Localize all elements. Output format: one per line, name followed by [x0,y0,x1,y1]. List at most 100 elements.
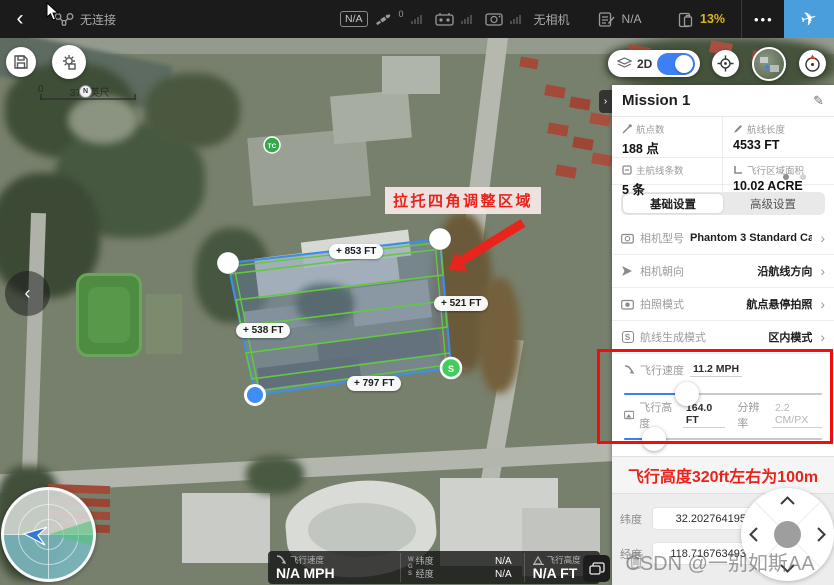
heading-icon [621,265,633,277]
left-panel-collapse-button[interactable]: ‹ [5,271,50,316]
map-scale-tick [134,94,136,100]
map-mode-control[interactable]: 2D [608,50,700,77]
status-bar: ‹ 无连接 N/A 0 无相机 N/A 13% ••• ✈ [0,0,834,38]
camera-fov-wedge [4,490,93,579]
camera-icon [621,233,634,244]
telemetry-lng-value: N/A [495,568,512,581]
photo-mode-icon [621,299,634,310]
north-label: N [83,88,88,95]
back-button[interactable]: ‹ [0,0,40,38]
telemetry-bar: 飞行速度 N/A MPH WGS 纬度N/A 经度N/A 飞行高度 N/A FT [268,551,600,584]
status-cluster: N/A 0 无相机 N/A [340,0,642,38]
ellipsis-icon: ••• [754,12,774,27]
crosshair-icon [717,55,734,72]
row-chevron-icon: › [820,263,825,279]
collapse-chevron-icon: ‹ [25,283,31,304]
gps-signal-bars [411,14,422,24]
takeoff-button[interactable]: ✈ [784,0,834,38]
speed-icon [276,555,287,565]
map-scale-bar [40,98,136,100]
compass-reset-button[interactable] [799,50,826,77]
flight-mode-badge: N/A [340,11,368,27]
toggle-knob [675,55,693,73]
settings-list: 相机型号 Phantom 3 Standard Camera › 相机朝向 沿航… [612,222,834,354]
aircraft-connection-status: 无连接 [54,11,116,28]
altitude-slider-thumb[interactable] [642,427,666,451]
compass-north-badge: N [79,85,92,98]
dpad-up-icon[interactable] [780,496,795,505]
row-chevron-icon: › [820,296,825,312]
dpad-right-icon[interactable] [817,527,826,542]
altitude-slider-row: 飞行高度 164.0 FT 分辨率 2.2 CM/PX [624,405,822,450]
dpad-center-button[interactable] [774,521,801,548]
mouse-cursor [46,2,60,22]
panel-collapse-button[interactable]: › [599,90,612,113]
connection-status-text: 无连接 [80,11,116,28]
altitude-slider-track[interactable] [624,427,822,451]
mission-title: Mission 1 [622,92,813,109]
compass-icon [803,54,822,73]
speed-slider-thumb[interactable] [675,382,699,406]
rc-signal-bars [461,14,472,24]
topbar-divider [741,0,742,38]
camera-signal-bars [510,14,521,24]
takeoff-plane-icon: ✈ [798,6,819,32]
back-chevron-icon: ‹ [17,7,24,30]
latitude-input[interactable]: 32.202764195 [652,507,754,530]
telemetry-lat-label: 纬度 [416,555,434,568]
map-settings-button[interactable] [52,45,86,79]
grid-icon [622,165,632,175]
minimap-thumb [752,47,786,81]
checklist-icon [598,11,615,27]
altitude-note: 飞行高度320ft左右为100m [612,456,834,494]
satellite-count: 0 [399,9,404,19]
altitude-icon [533,556,544,565]
pen-icon [733,124,743,134]
panel-chevron-icon: › [604,96,607,107]
speed-slider-row: 飞行速度 11.2 MPH [624,360,822,405]
save-mission-button[interactable] [6,47,36,77]
stat-main-lines: 主航线条数 5 条 [612,158,723,198]
dpad-left-icon[interactable] [749,527,758,542]
telemetry-speed-value: N/A MPH [276,566,392,581]
remote-controller-icon [435,12,454,26]
stat-route-length: 航线长度 4533 FT [723,117,834,158]
locate-button[interactable] [712,50,739,77]
route-mode-icon: S [622,331,634,343]
edge-length-label: + 797 FT [347,376,401,391]
altitude-mode-icon [624,410,634,420]
telemetry-lng-label: 经度 [416,568,434,581]
app-screen: 0 375 英尺 S TC + 853 FT + 521 FT + 538 FT [0,0,834,585]
camera-status-text: 无相机 [534,11,570,28]
speed-value-field[interactable]: 11.2 MPH [690,363,742,377]
camera-status-icon [485,12,503,26]
annotation-caption: 拉托四角调整区域 [385,187,541,214]
more-menu-button[interactable]: ••• [744,12,784,27]
battery-status: 13% [678,11,725,28]
edge-length-label: + 521 FT [434,296,488,311]
setting-route-mode[interactable]: S 航线生成模式 区内模式 › [612,321,834,354]
edge-length-label: + 538 FT [236,323,290,338]
mission-header: › Mission 1 ✎ [612,85,834,117]
mode-2d-toggle[interactable] [657,53,695,75]
minimap-button[interactable] [752,47,786,81]
layers-icon [617,57,632,70]
flight-sliders: 飞行速度 11.2 MPH 飞行高度 164.0 FT 分辨率 2.2 CM/P… [612,354,834,450]
ruler-icon [733,165,743,175]
latitude-label: 纬度 [620,511,644,527]
speed-slider-track[interactable] [624,382,822,406]
aircraft-heading-arrow [22,522,48,548]
edge-length-label: + 853 FT [329,244,383,259]
setting-photo-mode[interactable]: 拍照模式 航点悬停拍照 › [612,288,834,321]
stats-page-dots[interactable] [783,174,806,180]
setting-camera-model[interactable]: 相机型号 Phantom 3 Standard Camera › [612,222,834,255]
edit-mission-icon[interactable]: ✎ [813,93,824,109]
attitude-compass [1,487,96,582]
battery-icon [678,11,695,28]
setting-camera-heading[interactable]: 相机朝向 沿航线方向 › [612,255,834,288]
stat-area: 飞行区域面积 10.02 ACRE [723,158,834,198]
wgs-label: WGS [401,551,414,584]
map-layers-icon [589,562,605,576]
row-chevron-icon: › [820,230,825,246]
satellite-icon [375,12,392,27]
